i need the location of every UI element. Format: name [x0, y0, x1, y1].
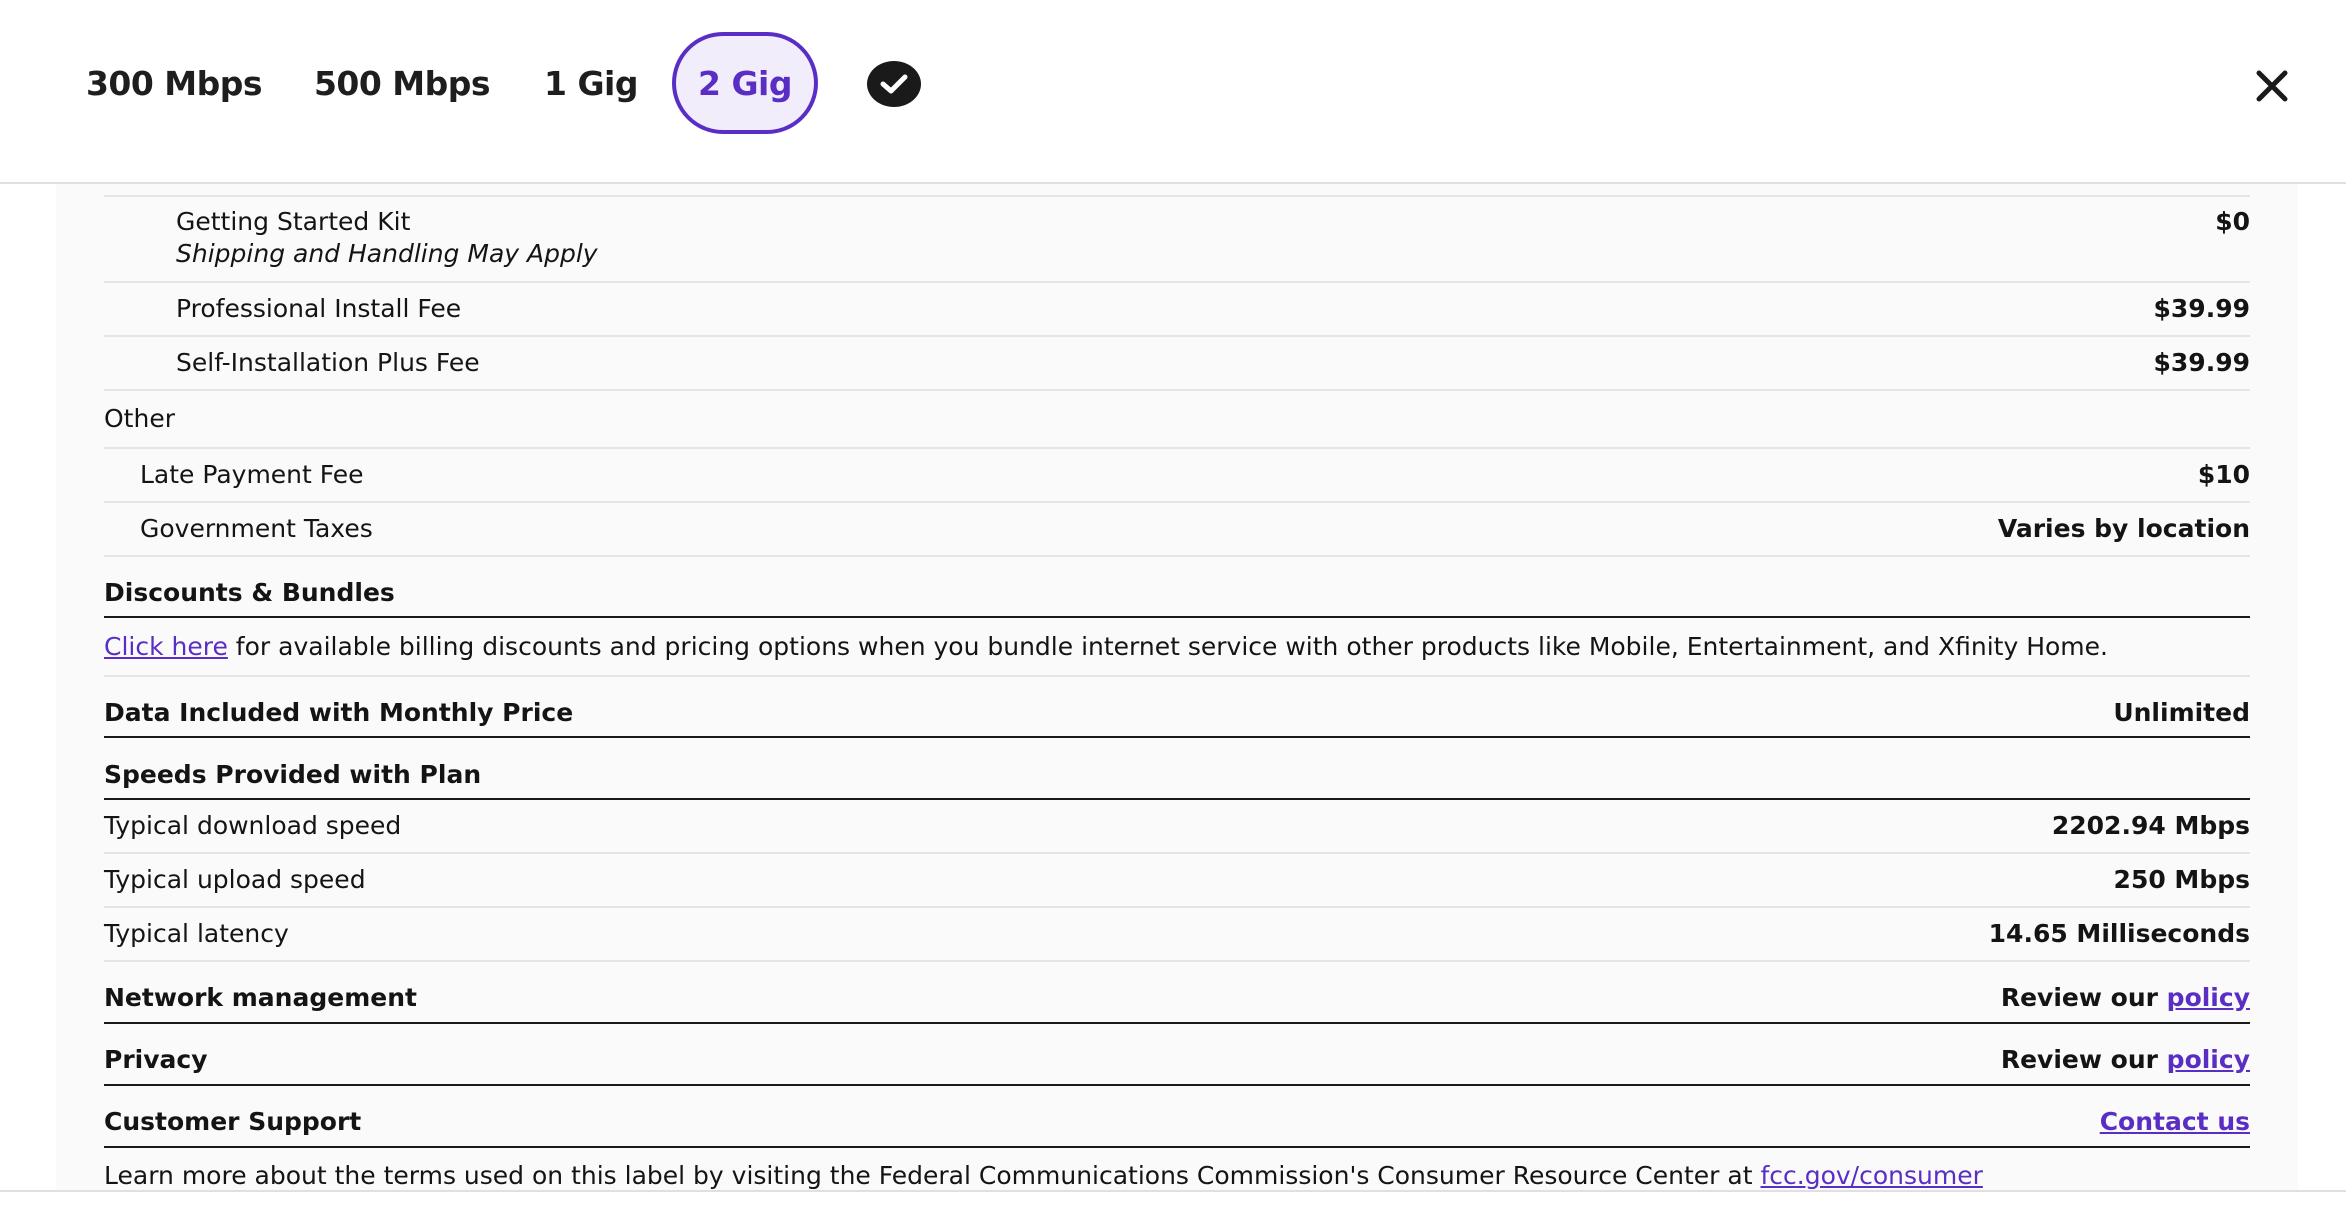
fee-label: Late Payment Fee [140, 460, 364, 489]
contact-text: Contact us [2100, 1106, 2250, 1138]
discounts-text: Click here for available billing discoun… [104, 631, 2108, 663]
tab-500-mbps[interactable]: 500 Mbps [302, 32, 502, 134]
speed-label: Typical download speed [104, 811, 402, 840]
fee-row-self-installation: Self-Installation Plus Fee $39.99 [104, 347, 2250, 379]
section-title: Discounts & Bundles [104, 578, 395, 607]
fee-value: $10 [2197, 460, 2250, 489]
tab-1-gig[interactable]: 1 Gig [536, 32, 646, 134]
selected-check-icon [867, 61, 921, 107]
review-prefix: Review our [2000, 1045, 2167, 1074]
speed-label: Typical upload speed [104, 865, 366, 894]
fee-value: Varies by location [1997, 514, 2250, 543]
kit-note: Shipping and Handling May Apply [176, 239, 598, 268]
footer-text: Learn more about the terms used on this … [104, 1161, 1761, 1190]
divider [104, 447, 2250, 449]
section-rule [104, 798, 2250, 800]
section-title: Speeds Provided with Plan [104, 760, 482, 789]
fee-row-late-payment: Late Payment Fee $10 [104, 459, 2250, 491]
review-prefix: Review our [2000, 983, 2167, 1012]
fee-label: Professional Install Fee [176, 294, 462, 323]
section-discounts-bundles: Discounts & Bundles [104, 577, 2250, 609]
fee-row-professional-install: Professional Install Fee $39.99 [104, 293, 2250, 325]
fee-value: $39.99 [2153, 294, 2250, 323]
divider [104, 675, 2250, 677]
divider [104, 281, 2250, 283]
section-rule [104, 616, 2250, 618]
divider [104, 555, 2250, 557]
section-rule [104, 1084, 2250, 1086]
divider [104, 501, 2250, 503]
click-here-link[interactable]: Click here [104, 632, 228, 661]
customer-support-label: Customer Support [104, 1107, 362, 1136]
fee-label: Government Taxes [140, 514, 373, 543]
fee-label: Self-Installation Plus Fee [176, 348, 480, 377]
speed-row-download: Typical download speed 2202.94 Mbps [104, 810, 2250, 842]
contact-us-link[interactable]: Contact us [2100, 1107, 2250, 1136]
divider [104, 960, 2250, 962]
fee-value: $39.99 [2153, 348, 2250, 377]
privacy-label: Privacy [104, 1045, 208, 1074]
divider [104, 906, 2250, 908]
network-policy-text: Review our policy [2001, 982, 2250, 1014]
section-rule [104, 736, 2250, 738]
data-included-value: Unlimited [2113, 698, 2250, 727]
speed-value: 2202.94 Mbps [2051, 811, 2250, 840]
privacy-row: Privacy Review our policy [104, 1044, 2250, 1076]
tab-2-gig[interactable]: 2 Gig [672, 32, 818, 134]
divider [104, 389, 2250, 391]
data-included-label: Data Included with Monthly Price [104, 698, 574, 727]
network-policy-link[interactable]: policy [2167, 983, 2250, 1012]
close-icon[interactable] [2250, 64, 2294, 108]
discounts-text-row: Click here for available billing discoun… [104, 631, 2250, 663]
fee-label: Getting Started Kit Shipping and Handlin… [104, 206, 598, 270]
section-title: Other [104, 404, 175, 433]
divider [104, 335, 2250, 337]
tab-300-mbps[interactable]: 300 Mbps [74, 32, 274, 134]
divider [104, 195, 2250, 197]
customer-support-row: Customer Support Contact us [104, 1106, 2250, 1138]
speed-row-latency: Typical latency 14.65 Milliseconds [104, 918, 2250, 950]
bottom-mask [0, 1192, 2346, 1216]
fee-value: $0 [2215, 207, 2250, 236]
discounts-description: for available billing discounts and pric… [227, 632, 2108, 661]
fcc-footer-row: Learn more about the terms used on this … [104, 1160, 2250, 1192]
speed-label: Typical latency [104, 919, 289, 948]
fcc-consumer-link[interactable]: fcc.gov/consumer [1760, 1161, 1982, 1190]
section-rule [104, 1022, 2250, 1024]
network-management-label: Network management [104, 983, 417, 1012]
speed-value: 250 Mbps [2113, 865, 2250, 894]
speed-row-upload: Typical upload speed 250 Mbps [104, 864, 2250, 896]
network-management-row: Network management Review our policy [104, 982, 2250, 1014]
speed-value: 14.65 Milliseconds [1988, 919, 2250, 948]
section-rule [104, 1146, 2250, 1148]
kit-label: Getting Started Kit [176, 207, 411, 236]
fee-row-getting-started-kit: Getting Started Kit Shipping and Handlin… [104, 206, 2250, 270]
data-included-row: Data Included with Monthly Price Unlimit… [104, 697, 2250, 729]
fcc-footer-text: Learn more about the terms used on this … [104, 1160, 1983, 1192]
section-other: Other [104, 403, 2250, 435]
fee-row-government-taxes: Government Taxes Varies by location [104, 513, 2250, 545]
section-speeds: Speeds Provided with Plan [104, 759, 2250, 791]
privacy-policy-link[interactable]: policy [2167, 1045, 2250, 1074]
divider [104, 852, 2250, 854]
plan-selector-header: 300 Mbps 500 Mbps 1 Gig 2 Gig [0, 0, 2346, 184]
privacy-policy-text: Review our policy [2001, 1044, 2250, 1076]
